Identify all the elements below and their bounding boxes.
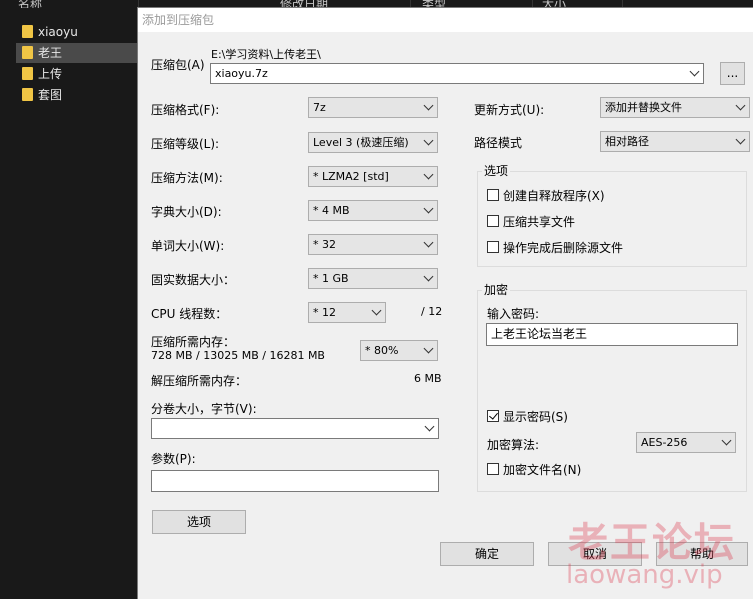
- column-header-size[interactable]: 大小: [542, 0, 623, 8]
- chevron-down-icon: [689, 66, 700, 77]
- pathmode-select[interactable]: 相对路径: [600, 131, 750, 152]
- method-select[interactable]: * LZMA2 [std]: [308, 166, 438, 187]
- pathmode-label: 路径模式: [474, 136, 523, 150]
- method-label: 压缩方法(M):: [151, 171, 223, 185]
- options-group-title: 选项: [482, 164, 511, 178]
- encryption-group-title: 加密: [482, 283, 511, 297]
- cpu-select[interactable]: * 12: [308, 302, 386, 323]
- format-select[interactable]: 7z: [308, 97, 438, 118]
- mem-compress-detail: 728 MB / 13025 MB / 16281 MB: [151, 349, 325, 362]
- ok-button[interactable]: 确定: [440, 542, 534, 566]
- split-label: 分卷大小，字节(V):: [151, 402, 257, 416]
- chevron-down-icon: [423, 135, 434, 146]
- mem-decompress-value: 6 MB: [414, 372, 442, 385]
- level-select[interactable]: Level 3 (极速压缩): [308, 132, 438, 153]
- chevron-down-icon: [735, 100, 746, 111]
- column-header-type[interactable]: 类型: [422, 0, 533, 8]
- word-select[interactable]: * 32: [308, 234, 438, 255]
- chevron-down-icon: [423, 100, 434, 111]
- folder-icon: [22, 88, 33, 101]
- mem-decompress-label: 解压缩所需内存：: [151, 374, 248, 388]
- password-label: 输入密码:: [487, 307, 540, 321]
- cpu-label: CPU 线程数：: [151, 307, 228, 321]
- cpu-max: / 12: [421, 305, 443, 318]
- update-select[interactable]: 添加并替换文件: [600, 97, 750, 118]
- sidebar-item-xiaoyu[interactable]: xiaoyu: [16, 22, 138, 42]
- folder-icon: [22, 46, 33, 59]
- sfx-label: 创建自释放程序(X): [503, 189, 605, 203]
- mem-compress-label: 压缩所需内存：: [151, 335, 236, 349]
- password-input[interactable]: 上老王论坛当老王: [486, 323, 738, 346]
- chevron-down-icon: [423, 237, 434, 248]
- format-label: 压缩格式(F):: [151, 103, 220, 117]
- sidebar-item-taotu[interactable]: 套图: [16, 85, 138, 105]
- dict-label: 字典大小(D):: [151, 205, 222, 219]
- sidebar-item-laowang[interactable]: 老王: [16, 43, 138, 63]
- delete-checkbox[interactable]: [487, 241, 499, 253]
- params-label: 参数(P):: [151, 452, 196, 466]
- archive-label: 压缩包(A): [151, 58, 205, 72]
- chevron-down-icon: [423, 343, 434, 354]
- sidebar-item-upload[interactable]: 上传: [16, 64, 138, 84]
- column-header-modified[interactable]: 修改日期: [280, 0, 411, 8]
- watermark-en: laowang.vip: [566, 560, 723, 590]
- encrypt-method-label: 加密算法:: [487, 438, 540, 452]
- encrypt-names-checkbox[interactable]: [487, 463, 499, 475]
- solid-select[interactable]: * 1 GB: [308, 268, 438, 289]
- sfx-checkbox[interactable]: [487, 189, 499, 201]
- solid-label: 固实数据大小：: [151, 273, 236, 287]
- delete-label: 操作完成后删除源文件: [503, 241, 624, 255]
- dict-select[interactable]: * 4 MB: [308, 200, 438, 221]
- folder-icon: [22, 25, 33, 38]
- options-button[interactable]: 选项: [152, 510, 246, 534]
- show-password-checkbox[interactable]: [487, 410, 499, 422]
- chevron-down-icon: [423, 169, 434, 180]
- word-label: 单词大小(W):: [151, 239, 225, 253]
- level-label: 压缩等级(L):: [151, 137, 220, 151]
- params-input[interactable]: [151, 470, 439, 492]
- dialog-title: 添加到压缩包: [138, 8, 753, 32]
- archive-name-combo[interactable]: xiaoyu.7z: [210, 63, 704, 84]
- chevron-down-icon: [423, 271, 434, 282]
- chevron-down-icon: [424, 421, 435, 432]
- shared-checkbox[interactable]: [487, 215, 499, 227]
- encrypt-method-select[interactable]: AES-256: [636, 432, 736, 453]
- encrypt-names-label: 加密文件名(N): [503, 463, 582, 477]
- shared-label: 压缩共享文件: [503, 215, 576, 229]
- browse-button[interactable]: ...: [720, 62, 745, 85]
- folder-icon: [22, 67, 33, 80]
- chevron-down-icon: [371, 305, 382, 316]
- split-combo[interactable]: [151, 418, 439, 439]
- archive-path: E:\学习资料\上传老王\: [211, 48, 321, 61]
- mem-percent-select[interactable]: * 80%: [360, 340, 438, 361]
- column-header-name[interactable]: 名称: [18, 0, 139, 8]
- chevron-down-icon: [721, 435, 732, 446]
- show-password-label: 显示密码(S): [503, 410, 568, 424]
- chevron-down-icon: [735, 134, 746, 145]
- update-label: 更新方式(U):: [474, 103, 545, 117]
- chevron-down-icon: [423, 203, 434, 214]
